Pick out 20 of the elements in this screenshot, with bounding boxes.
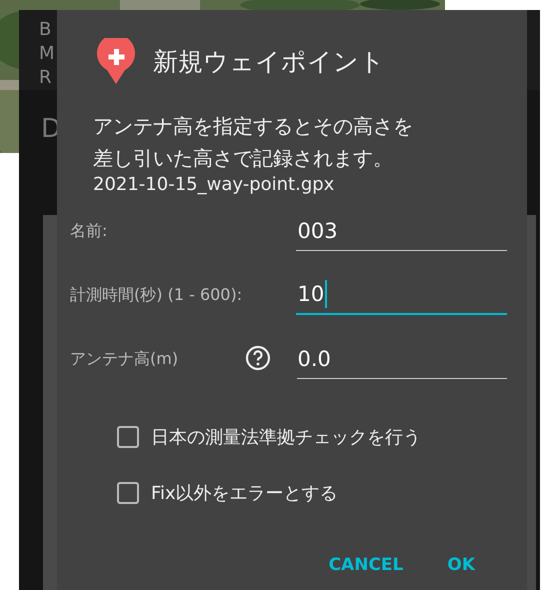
help-icon[interactable]: [244, 345, 271, 371]
input-field[interactable]: 003: [296, 211, 507, 251]
file-name: 2021-10-15_way-point.gpx: [93, 174, 336, 195]
field-label: 名前:: [70, 221, 108, 242]
input-field[interactable]: 10: [296, 275, 507, 315]
dialog-title: 新規ウェイポイント: [153, 46, 385, 78]
message-text: アンテナ高を指定するとその高さを差し引いた高さで記録されます。: [93, 113, 414, 172]
dialog-button[interactable]: CANCEL: [318, 547, 414, 583]
dialog-button[interactable]: OK: [437, 547, 485, 583]
checkbox-label: 日本の測量法準拠チェックを行う: [151, 426, 421, 449]
field-label: アンテナ高(m): [70, 349, 180, 370]
map-pin-plus-icon: [97, 38, 135, 84]
checkbox-label: Fix以外をエラーとする: [151, 482, 338, 505]
input-field[interactable]: 0.0: [296, 339, 507, 379]
checkbox[interactable]: [117, 482, 139, 504]
field-label: 計測時間(秒) (1 - 600):: [70, 285, 244, 306]
info-text: B: [39, 18, 52, 42]
info-text: R: [39, 66, 53, 90]
checkbox[interactable]: [117, 426, 139, 448]
info-text: M: [39, 42, 55, 66]
